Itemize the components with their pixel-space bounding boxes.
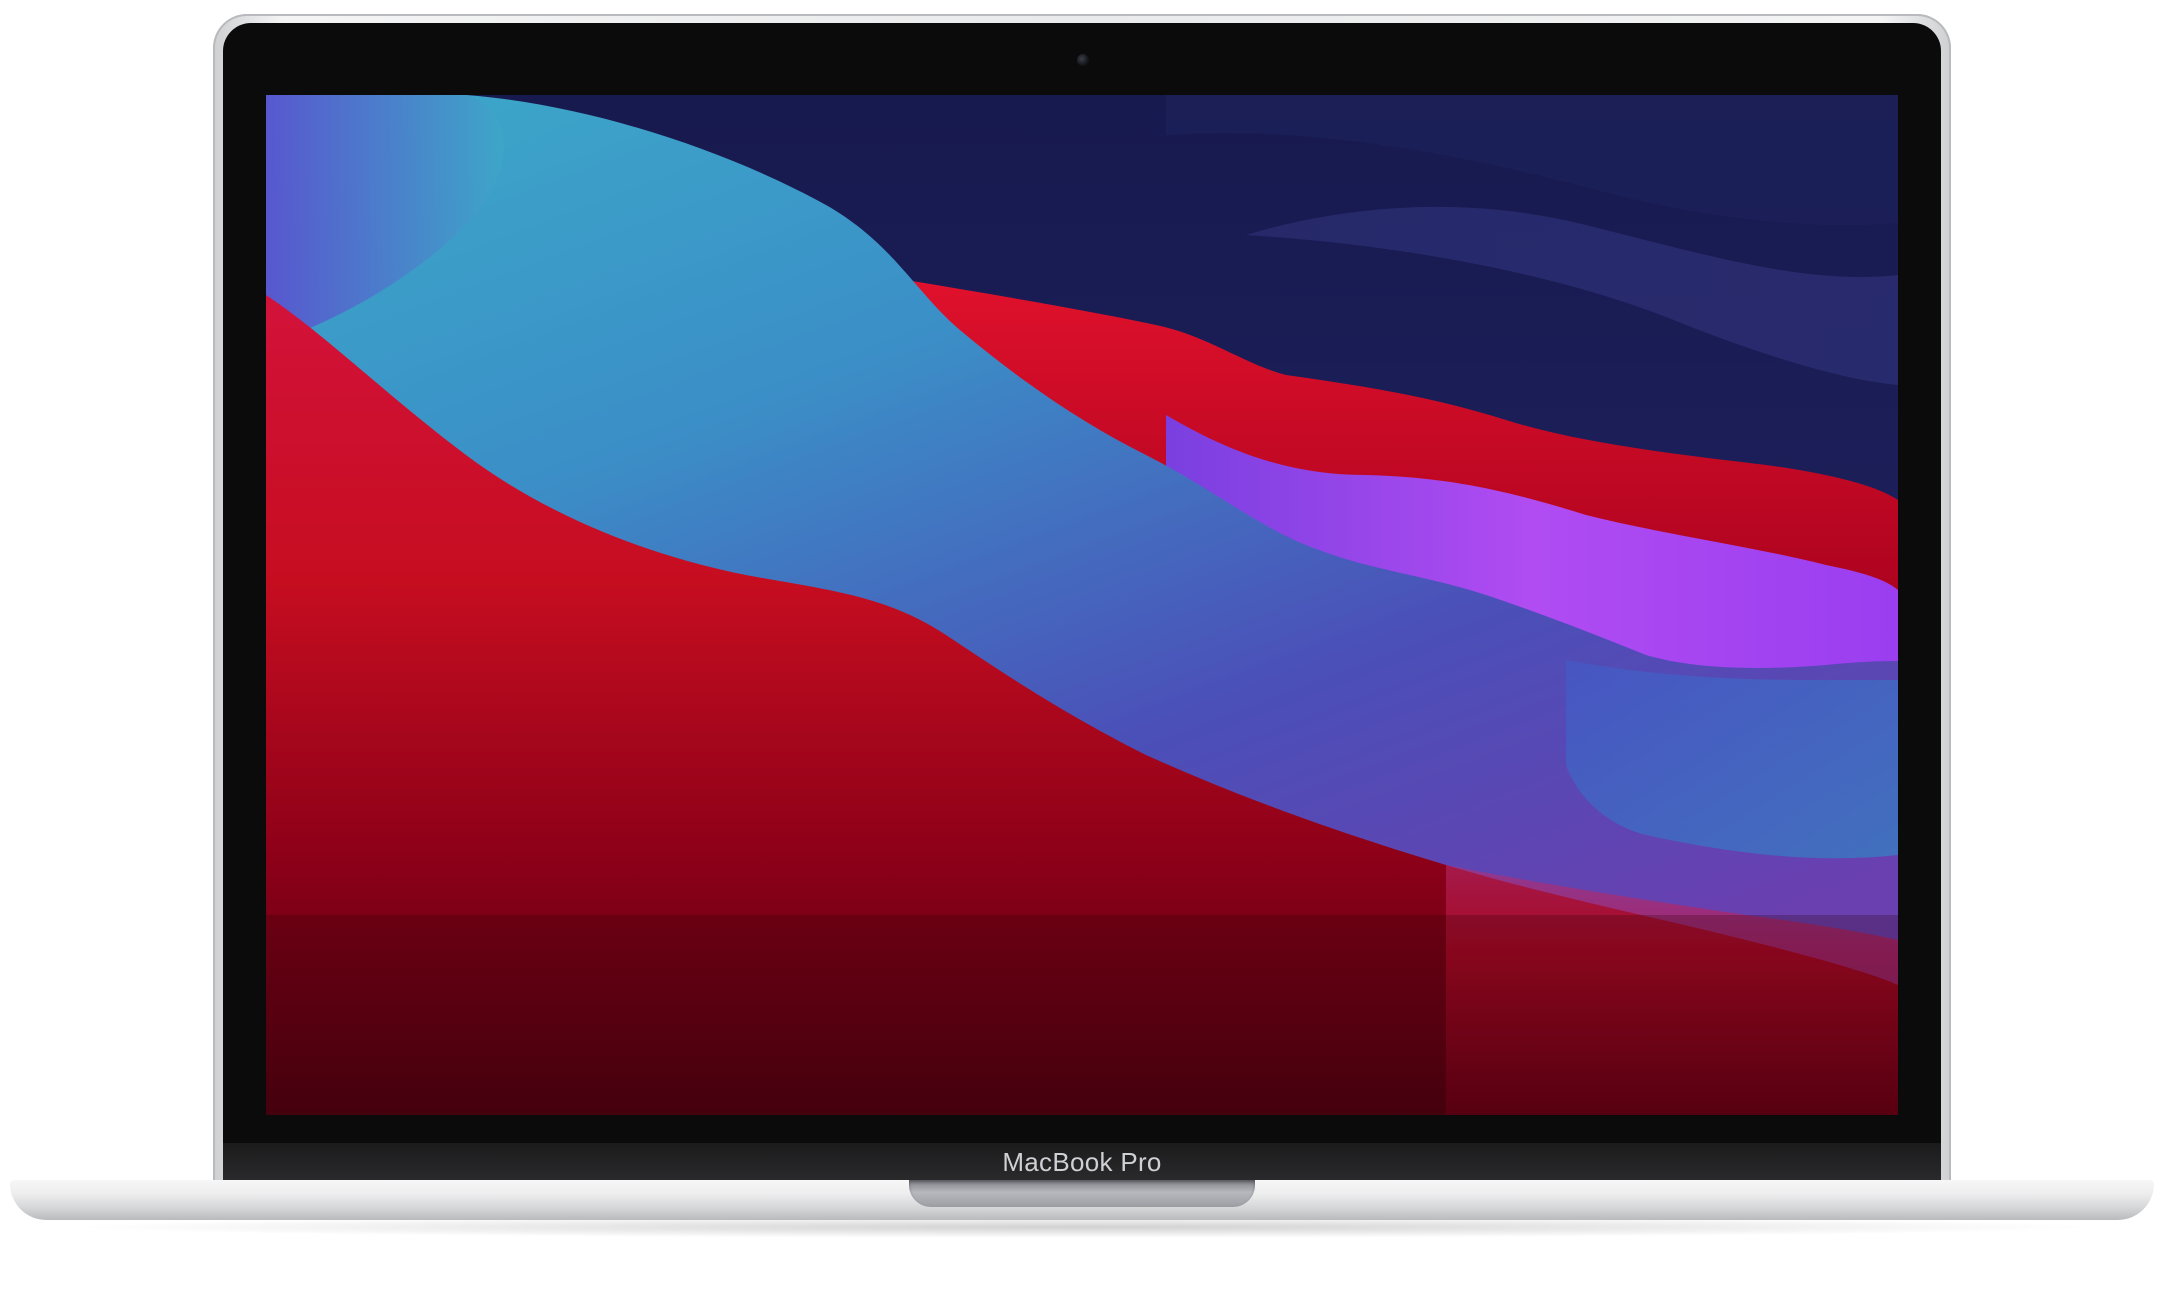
wallpaper-art [266,95,1898,1115]
macbook-product-image: MacBook Pro [0,0,2164,1292]
lid-opening-notch [909,1180,1255,1207]
camera-icon [1077,54,1089,66]
display-wallpaper [266,95,1898,1115]
model-label: MacBook Pro [1002,1147,1162,1177]
